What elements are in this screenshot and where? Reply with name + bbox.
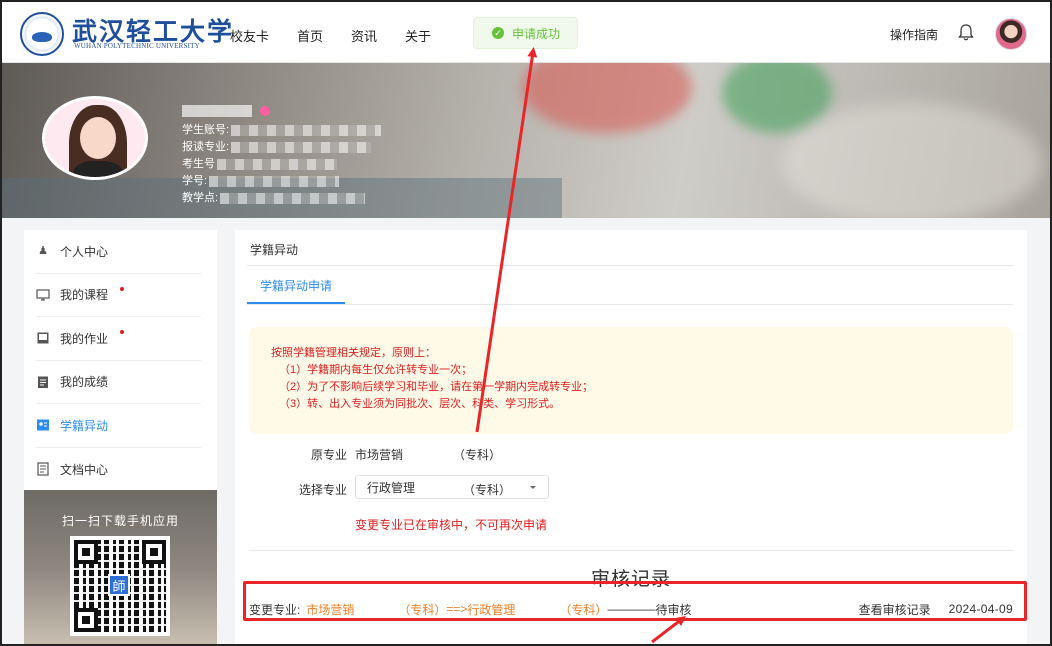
sidebar-item-label: 我的课程 (60, 288, 109, 303)
notice-line: （2）为了不影响后续学习和毕业，请在第一学期内完成转专业； (279, 381, 594, 393)
toast-message: 申请成功 (512, 26, 561, 41)
sidebar-item-my-courses[interactable]: 我的课程 (36, 274, 201, 317)
page-title: 学籍异动 (250, 243, 299, 257)
app-download-qr-code: 師 (70, 536, 170, 636)
university-seal-logo (20, 12, 64, 56)
person-icon: ♟ (38, 245, 48, 258)
logo-english-name: WUHAN POLYTECHNIC UNIVERSITY (74, 42, 200, 50)
major-label: 报读专业: (182, 141, 230, 153)
nav-alumni-card[interactable]: 校友卡 (230, 26, 269, 45)
redacted-value (209, 176, 340, 187)
new-badge-dot (120, 286, 124, 291)
major-select[interactable]: 行政管理 （专科） (355, 475, 549, 499)
top-navbar: 武汉轻工大学 WUHAN POLYTECHNIC UNIVERSITY 校友卡 … (2, 2, 1050, 63)
id-card-icon (37, 419, 49, 431)
nav-about[interactable]: 关于 (405, 26, 431, 45)
user-avatar[interactable] (995, 18, 1027, 50)
chevron-down-icon (530, 486, 536, 489)
sidebar-item-label: 我的作业 (60, 331, 109, 346)
original-major-label: 原专业 (310, 448, 347, 462)
pending-review-warning: 变更专业已在审核中，不可再次申请 (355, 518, 548, 532)
redacted-value (231, 142, 372, 153)
clipboard-icon (38, 376, 48, 388)
study-center-label: 教学点: (182, 192, 219, 204)
redacted-value (231, 125, 382, 136)
notice-line: （1）学籍期内每生仅允许转专业一次； (279, 364, 473, 376)
book-icon (37, 332, 49, 344)
sidebar-item-label: 我的成绩 (60, 375, 109, 390)
monitor-icon (36, 289, 50, 301)
screenshot-frame: 武汉轻工大学 WUHAN POLYTECHNIC UNIVERSITY 校友卡 … (0, 0, 1052, 646)
profile-info: 学生账号: 报读专业: 考生号 学号: 教学点: (182, 105, 382, 207)
redacted-value (220, 193, 366, 204)
new-badge-dot (120, 330, 124, 334)
app-download-panel: 扫一扫下载手机应用 師 (24, 490, 217, 644)
sidebar-item-label: 文档中心 (60, 462, 109, 477)
policy-notice: 按照学籍管理相关规定，原则上： （1）学籍期内每生仅允许转专业一次； （2）为了… (249, 327, 1013, 434)
select-major-label: 选择专业 (298, 483, 347, 497)
sidebar-item-my-homework[interactable]: 我的作业 (36, 317, 201, 361)
account-label: 学生账号: (182, 124, 230, 136)
annotation-highlight-box (243, 581, 1027, 621)
bell-icon[interactable] (958, 24, 974, 42)
sidebar: ♟ 个人中心 我的课程 我的作业 我的成绩 学籍异动 文档中心 (24, 230, 217, 490)
candidate-no-label: 考生号 (182, 158, 215, 170)
nav-news[interactable]: 资讯 (351, 26, 377, 45)
check-circle-icon: ✓ (492, 27, 504, 39)
qr-logo: 師 (108, 574, 130, 596)
main-nav: 校友卡 首页 资讯 关于 (230, 26, 431, 45)
operation-guide-link[interactable]: 操作指南 (890, 26, 938, 43)
sidebar-item-document-center[interactable]: 文档中心 (36, 448, 201, 492)
redacted-value (217, 159, 337, 170)
sidebar-item-label: 个人中心 (60, 244, 109, 259)
student-name-redacted (182, 105, 270, 117)
profile-banner: 学生账号: 报读专业: 考生号 学号: 教学点: (2, 63, 1050, 218)
success-toast: ✓ 申请成功 (473, 17, 578, 49)
qr-caption: 扫一扫下载手机应用 (61, 514, 179, 528)
sidebar-item-my-grades[interactable]: 我的成绩 (36, 361, 201, 404)
selected-major: 行政管理 (367, 480, 416, 495)
sidebar-item-personal-center[interactable]: ♟ 个人中心 (36, 230, 201, 274)
sidebar-item-label: 学籍异动 (60, 418, 109, 433)
notice-line: 按照学籍管理相关规定，原则上： (271, 347, 436, 359)
nav-home[interactable]: 首页 (297, 26, 323, 45)
student-no-label: 学号: (182, 175, 208, 187)
notice-line: （3）转、出入专业须为同批次、层次、科类、学习形式。 (279, 398, 561, 410)
original-major-type: （专科） (453, 448, 502, 462)
profile-avatar (42, 96, 148, 180)
document-icon (37, 462, 49, 476)
tab-status-change-application[interactable]: 学籍异动申请 (247, 268, 345, 304)
original-major-value: 市场营销 (355, 448, 404, 462)
selected-major-type: （专科） (463, 483, 512, 497)
sidebar-item-status-change[interactable]: 学籍异动 (36, 404, 201, 448)
